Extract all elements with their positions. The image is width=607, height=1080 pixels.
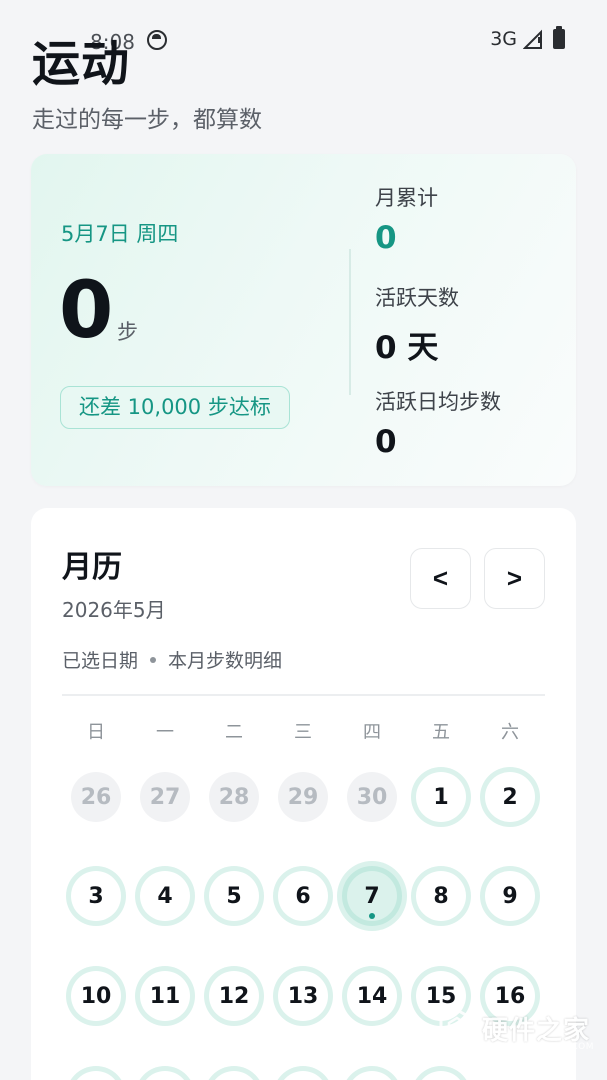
calendar-day-partial[interactable] [71, 1071, 121, 1080]
selected-day-number: 7 [364, 883, 380, 909]
calendar-title: 月历 [62, 550, 122, 585]
battery-icon [553, 26, 565, 49]
calendar-day[interactable]: 9 [485, 871, 535, 921]
step-summary-card: 5月7日 周四 0 步 还差 10,000 步达标 月累计 0 活跃天数 0 天… [31, 154, 576, 486]
watermark-subtext: YING JIAN ZHI JIA.COM [484, 1042, 595, 1052]
face-icon [147, 30, 167, 50]
calendar-day[interactable]: 12 [209, 971, 259, 1021]
watermark-logo-icon [439, 1008, 475, 1048]
calendar-day-partial[interactable] [140, 1071, 190, 1080]
weekday-tue: 二 [225, 722, 243, 743]
today-date: 5月7日 周四 [61, 222, 179, 246]
avg-steps-value: 0 [375, 424, 397, 460]
selected-day-circle: 7 [347, 871, 397, 921]
status-indicators: 3G [490, 26, 565, 50]
calendar-day[interactable]: 1 [416, 772, 466, 822]
calendar-day[interactable]: 2 [485, 772, 535, 822]
month-total-value: 0 [375, 220, 397, 256]
weekday-sun: 日 [87, 722, 105, 743]
calendar-day-partial[interactable] [278, 1071, 328, 1080]
calendar-day[interactable]: 29 [278, 772, 328, 822]
weekday-fri: 五 [432, 722, 450, 743]
signal-icon [523, 29, 542, 49]
today-step-count: 0 [59, 266, 114, 356]
calendar-day[interactable]: 26 [71, 772, 121, 822]
month-total-label: 月累计 [375, 186, 438, 210]
calendar-day[interactable]: 13 [278, 971, 328, 1021]
calendar-hint: 已选日期 本月步数明细 [62, 646, 282, 673]
page-title: 运动 [32, 36, 131, 92]
today-indicator-dot [369, 913, 375, 919]
calendar-day[interactable]: 4 [140, 871, 190, 921]
calendar-month: 2026年5月 [62, 598, 166, 622]
calendar-day[interactable]: 11 [140, 971, 190, 1021]
weekday-mon: 一 [156, 722, 174, 743]
step-unit-label: 步 [117, 320, 138, 344]
calendar-card: 月历 2026年5月 < > 已选日期 本月步数明细 日 一 二 三 四 五 六… [31, 508, 576, 1080]
calendar-day[interactable]: 10 [71, 971, 121, 1021]
weekday-wed: 三 [294, 722, 312, 743]
calendar-day[interactable]: 30 [347, 772, 397, 822]
summary-divider [349, 249, 351, 395]
calendar-day[interactable]: 27 [140, 772, 190, 822]
active-days-value: 0 天 [375, 330, 439, 366]
hint-month-detail: 本月步数明细 [168, 650, 283, 672]
avg-steps-label: 活跃日均步数 [375, 390, 501, 414]
calendar-day[interactable]: 3 [71, 871, 121, 921]
prev-month-button[interactable]: < [410, 548, 471, 609]
calendar-day[interactable]: 14 [347, 971, 397, 1021]
calendar-day[interactable]: 28 [209, 772, 259, 822]
watermark-text: 硬件之家 [482, 1015, 591, 1046]
active-days-label: 活跃天数 [375, 286, 459, 310]
calendar-day-partial[interactable] [209, 1071, 259, 1080]
page-subtitle: 走过的每一步，都算数 [32, 107, 262, 133]
weekday-sat: 六 [501, 722, 519, 743]
calendar-day-selected[interactable]: 7 [337, 861, 407, 931]
goal-remaining-badge: 还差 10,000 步达标 [60, 386, 290, 429]
calendar-day-partial[interactable] [416, 1071, 466, 1080]
calendar-day[interactable]: 6 [278, 871, 328, 921]
watermark: 硬件之家 YING JIAN ZHI JIA.COM [438, 1008, 594, 1052]
hint-selected-date: 已选日期 [62, 650, 139, 672]
network-type: 3G [490, 28, 517, 50]
calendar-day[interactable]: 5 [209, 871, 259, 921]
calendar-divider [62, 694, 545, 696]
calendar-day[interactable]: 8 [416, 871, 466, 921]
hint-separator-dot [150, 656, 157, 663]
next-month-button[interactable]: > [484, 548, 545, 609]
calendar-day-partial[interactable] [347, 1071, 397, 1080]
weekday-thu: 四 [363, 722, 381, 743]
